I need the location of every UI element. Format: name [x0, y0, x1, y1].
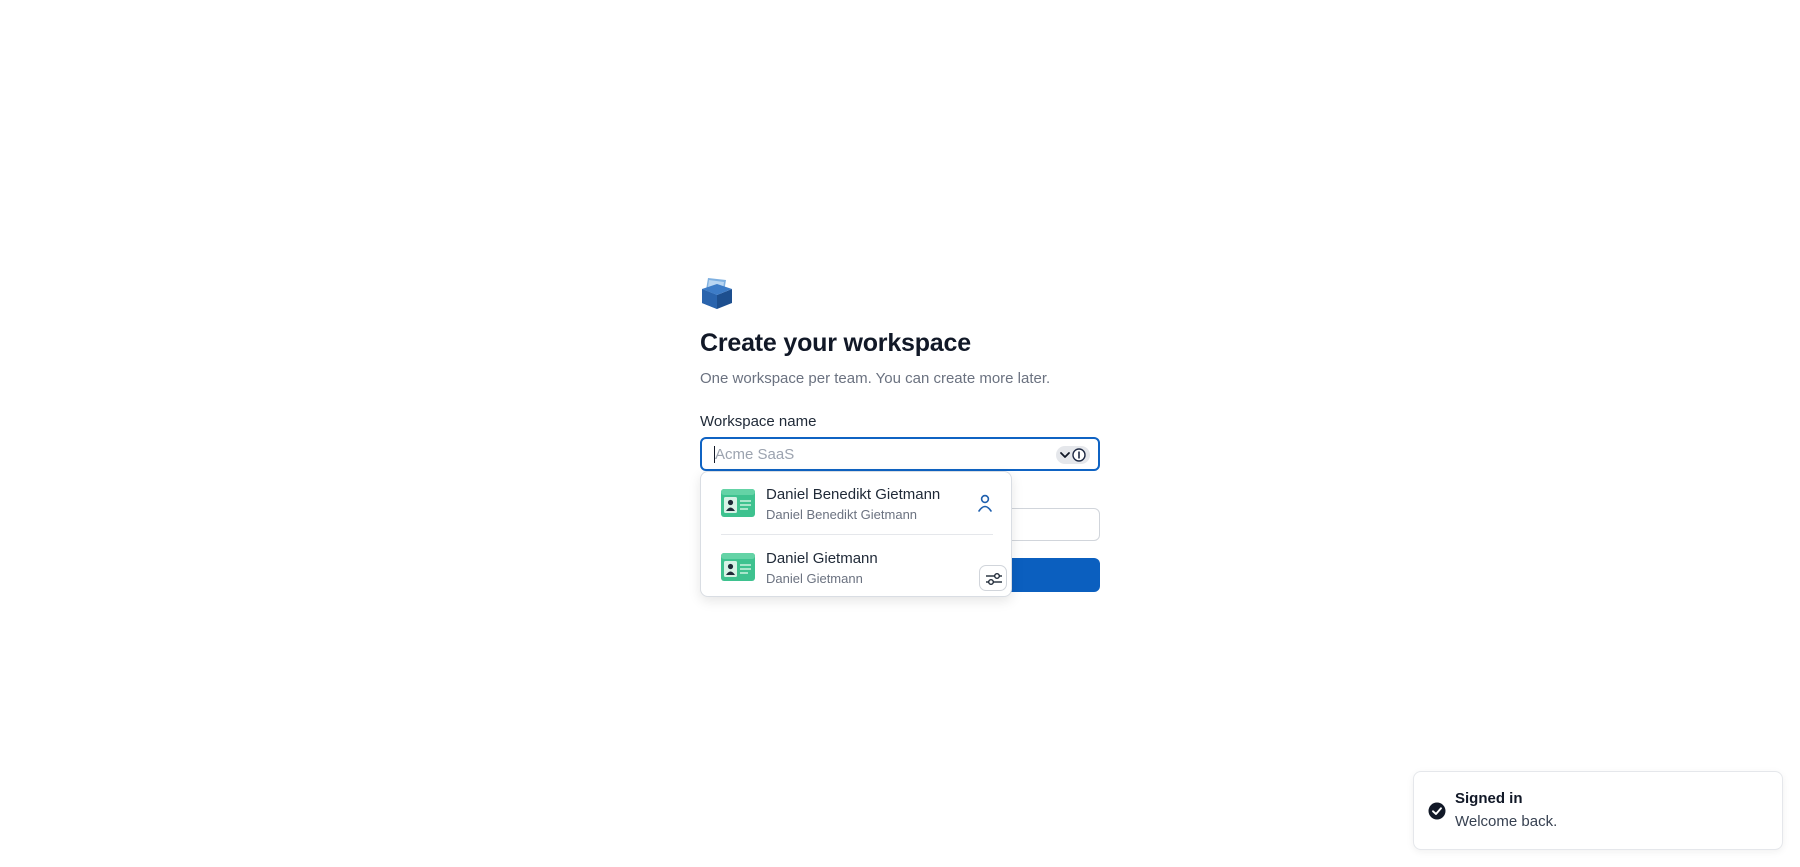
check-circle-icon [1428, 802, 1446, 820]
sliders-icon [986, 573, 1002, 585]
info-icon [1072, 448, 1086, 462]
contact-card-icon [721, 553, 755, 581]
autofill-item-name: Daniel Benedikt Gietmann [766, 486, 941, 503]
autofill-item-detail: Daniel Gietmann [766, 571, 863, 586]
autofill-item[interactable]: Daniel Gietmann Daniel Gietmann [701, 538, 1013, 594]
autofill-dropdown: Daniel Benedikt Gietmann Daniel Benedikt… [700, 471, 1012, 597]
toast-title: Signed in [1455, 790, 1523, 807]
workspace-name-placeholder: Acme SaaS [715, 446, 795, 463]
toast-message: Welcome back. [1455, 813, 1558, 830]
autofill-item-detail: Daniel Benedikt Gietmann [766, 507, 918, 522]
page: Create your workspace One workspace per … [0, 0, 1800, 867]
contact-card-icon [721, 489, 755, 517]
autofill-item[interactable]: Daniel Benedikt Gietmann Daniel Benedikt… [701, 474, 1013, 530]
autofill-divider [721, 534, 993, 535]
workspace-name-label: Workspace name [700, 413, 817, 430]
toast-notification: Signed in Welcome back. [1413, 771, 1783, 850]
autofill-item-name: Daniel Gietmann [766, 550, 878, 567]
autofill-settings-button[interactable] [979, 565, 1007, 591]
workspace-name-input[interactable]: Acme SaaS [700, 437, 1100, 471]
password-manager-widget[interactable] [1056, 446, 1090, 464]
chevron-down-icon [1060, 452, 1070, 458]
workspace-logo-icon [702, 278, 732, 309]
page-subtitle: One workspace per team. You can create m… [700, 370, 1051, 387]
person-icon [978, 494, 992, 512]
page-title: Create your workspace [700, 329, 971, 357]
